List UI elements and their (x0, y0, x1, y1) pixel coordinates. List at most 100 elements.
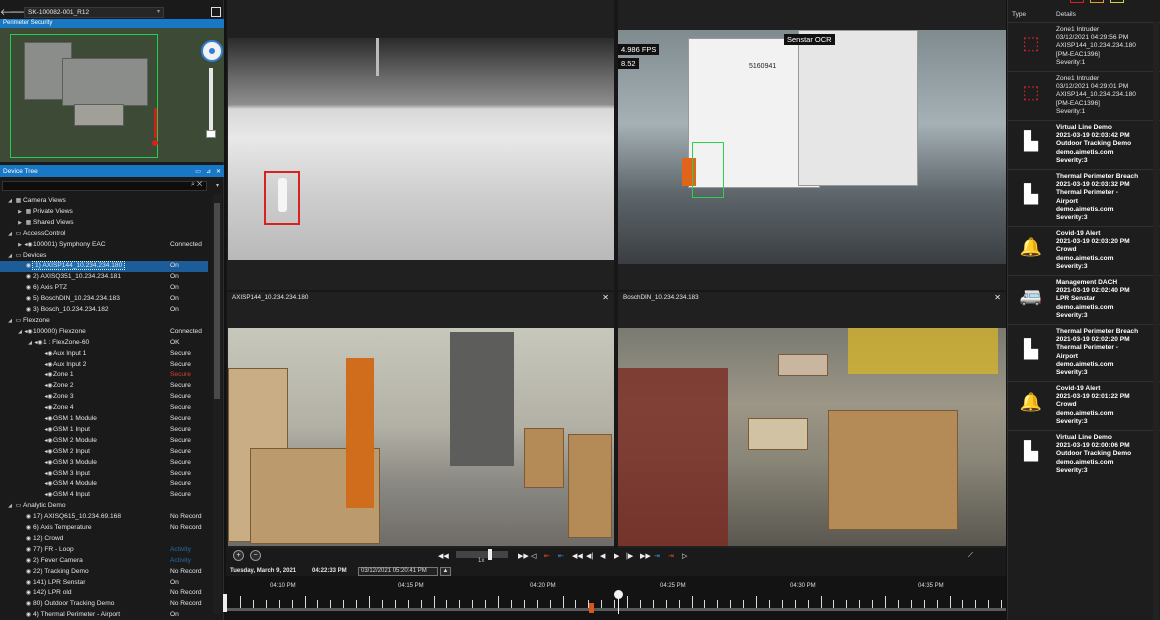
prev-event-icon[interactable]: ⇤ (544, 552, 550, 560)
add-icon[interactable]: + (233, 550, 244, 561)
close-icon[interactable]: ✕ (216, 169, 221, 175)
tree-item[interactable]: ▶ ▦ Private Views (0, 207, 208, 218)
tree-item[interactable]: ◉ 6) Axis PTZ On (0, 283, 208, 294)
alarm-item[interactable]: ▙ Thermal Perimeter Breach 2021-03-19 02:0… (1008, 324, 1160, 381)
alarm-item[interactable]: 🔔 Covid-19 Alert 2021-03-19 02:01:22 PM Cro… (1008, 381, 1160, 430)
dropdown-icon[interactable]: ▾ (216, 182, 219, 189)
expand-toggle-icon[interactable]: ◢ (6, 501, 14, 512)
expand-toggle-icon[interactable]: ▶ (16, 240, 24, 251)
video-feed[interactable] (618, 328, 1006, 546)
filter-red-icon[interactable] (1070, 0, 1084, 3)
tree-item[interactable]: ◂◉GSM 1 Input Secure (0, 425, 208, 436)
tree-item[interactable]: ◂◉Zone 1 Secure (0, 370, 208, 381)
tree-item[interactable]: ◂◉Zone 3 Secure (0, 392, 208, 403)
graph-icon[interactable]: ⟋ (968, 552, 973, 560)
tree-item[interactable]: ◢ ▭ AccessControl (0, 229, 208, 240)
tree-item[interactable]: ◢ ▭ Analytic Demo (0, 501, 208, 512)
tree-scrollbar-thumb[interactable] (214, 203, 220, 399)
tree-item[interactable]: ◂◉GSM 4 Input Secure (0, 490, 208, 501)
camera-tile[interactable]: BoschDIN_10.234.234.183 ✕ (618, 292, 1006, 548)
tree-item[interactable]: ◉ 141) LPR Senstar On (0, 578, 208, 589)
site-selector[interactable]: SK-100082-001_R12 ▾ (24, 7, 164, 18)
tree-item[interactable]: ◉ 77) FR - Loop Activity (0, 545, 208, 556)
popout-icon[interactable] (211, 7, 221, 17)
device-tree-search-input[interactable] (2, 181, 207, 191)
search-icon[interactable]: ⌕ ✕ (191, 181, 202, 189)
timeline-track[interactable] (226, 608, 1006, 611)
tree-item[interactable]: ◂◉GSM 3 Input Secure (0, 469, 208, 480)
expand-toggle-icon[interactable]: ▶ (16, 218, 24, 229)
reverse-icon[interactable]: ◀ (600, 552, 605, 560)
tree-item[interactable]: ◢ ◂◉1 : FlexZone-60 OK (0, 338, 208, 349)
expand-toggle-icon[interactable]: ▶ (16, 207, 24, 218)
tree-item[interactable]: ▶ ▦ Shared Views (0, 218, 208, 229)
tree-item[interactable]: ◉ 1) AXISP144_10.234.234.180 On (0, 261, 208, 273)
rewind-icon[interactable]: ◀◀ (572, 552, 583, 560)
zoom-slider[interactable] (209, 68, 213, 136)
alarm-item[interactable]: ⬚ Zone1 Intruder 03/12/2021 04:29:56 PM AXI… (1008, 22, 1160, 71)
step-forward-icon[interactable]: |▶ (626, 552, 633, 560)
playhead[interactable] (614, 590, 623, 599)
prev-bookmark-icon[interactable]: ⇤ (558, 552, 564, 560)
expand-toggle-icon[interactable]: ◢ (16, 327, 24, 338)
camera-tile[interactable]: AXISP144_10.234.234.180 ✕ (227, 292, 614, 548)
faster-icon[interactable]: ▶▶ (518, 552, 529, 560)
alarm-item[interactable]: ⬚ Zone1 Intruder 03/12/2021 04:29:01 PM AXI… (1008, 71, 1160, 120)
slower-icon[interactable]: ◀◀ (438, 552, 449, 560)
close-camera-icon[interactable]: ✕ (994, 293, 1001, 302)
tree-item[interactable]: ◉ 17) AXISQ615_10.234.69.168 No Record (0, 512, 208, 523)
alarm-item[interactable]: 🚐 Management DACH 2021-03-19 02:02:40 PM LP… (1008, 275, 1160, 324)
expand-toggle-icon[interactable]: ◢ (26, 338, 34, 349)
type-column-header[interactable]: Type (1012, 11, 1026, 18)
filter-amber-icon[interactable] (1090, 0, 1104, 3)
close-camera-icon[interactable]: ✕ (602, 293, 609, 302)
expand-toggle-icon[interactable]: ◢ (6, 316, 14, 327)
play-icon[interactable]: ▶ (614, 552, 619, 560)
details-column-header[interactable]: Details (1056, 11, 1076, 18)
alarm-item[interactable]: 🔔 Covid-19 Alert 2021-03-19 02:03:20 PM Cro… (1008, 226, 1160, 275)
tree-item[interactable]: ◂◉Aux Input 2 Secure (0, 360, 208, 371)
speed-slider[interactable] (456, 551, 508, 558)
tree-item[interactable]: ◂◉GSM 2 Module Secure (0, 436, 208, 447)
camera-tile[interactable]: 5160941 4.986 FPS 8.52 Senstar OCR (618, 0, 1006, 290)
forward-arrow-icon[interactable]: 🡒 (10, 7, 34, 18)
tree-item[interactable]: ◂◉GSM 4 Module Secure (0, 479, 208, 490)
tree-item[interactable]: ◢ ▭ Devices (0, 251, 208, 262)
remove-icon[interactable]: − (250, 550, 261, 561)
speed-slider-handle[interactable] (488, 549, 492, 560)
datetime-picker-icon[interactable]: ▲ (440, 567, 451, 576)
alarm-scrollbar[interactable] (1153, 22, 1159, 620)
alarm-item[interactable]: ▙ Virtual Line Demo 2021-03-19 02:00:06 PM… (1008, 430, 1160, 479)
start-icon[interactable]: ◁ (531, 552, 536, 560)
zoom-slider-handle[interactable] (206, 130, 216, 138)
next-bookmark-icon[interactable]: ⇥ (654, 552, 660, 560)
fast-forward-icon[interactable]: ▶▶ (640, 552, 651, 560)
minimize-icon[interactable]: ▭ (195, 169, 201, 175)
tree-item[interactable]: ◂◉Zone 4 Secure (0, 403, 208, 414)
camera-tile[interactable] (227, 0, 614, 290)
site-map[interactable] (0, 28, 224, 162)
tree-item[interactable]: ◢ ▭ Flexzone (0, 316, 208, 327)
step-back-icon[interactable]: ◀| (586, 552, 593, 560)
tree-item[interactable]: ◢ ◂◉100000) Flexzone Connected (0, 327, 208, 338)
expand-toggle-icon[interactable]: ◢ (6, 196, 14, 207)
tree-item[interactable]: ◉ 12) Crowd (0, 534, 208, 545)
tree-item[interactable]: ◉ 3) Bosch_10.234.234.182 On (0, 305, 208, 316)
back-arrow-icon[interactable]: 🡐 (0, 7, 24, 18)
video-feed[interactable] (228, 328, 614, 546)
tree-item[interactable]: ◉ 142) LPR old No Record (0, 588, 208, 599)
video-feed[interactable] (228, 38, 614, 260)
tree-item[interactable]: ◉ 5) BoschDIN_10.234.234.183 On (0, 294, 208, 305)
tree-item[interactable]: ◉ 2) Fever Camera Activity (0, 556, 208, 567)
tree-item[interactable]: ◂◉Zone 2 Secure (0, 381, 208, 392)
next-event-icon[interactable]: ⇥ (668, 552, 674, 560)
expand-toggle-icon[interactable]: ◢ (6, 251, 14, 262)
tree-item[interactable]: ◉ 2) AXISQ351_10.234.234.181 On (0, 272, 208, 283)
alarm-item[interactable]: ▙ Virtual Line Demo 2021-03-19 02:03:42 PM… (1008, 120, 1160, 169)
alarm-marker[interactable] (152, 140, 158, 146)
tree-item[interactable]: ◂◉Aux Input 1 Secure (0, 349, 208, 360)
tree-item[interactable]: ◉ 4) Thermal Perimeter - Airport On (0, 610, 208, 620)
pin-icon[interactable]: ⊿ (206, 169, 211, 175)
datetime-input[interactable]: 03/12/2021 05:20:41 PM (358, 567, 438, 576)
tree-item[interactable]: ◂◉GSM 2 Input Secure (0, 447, 208, 458)
